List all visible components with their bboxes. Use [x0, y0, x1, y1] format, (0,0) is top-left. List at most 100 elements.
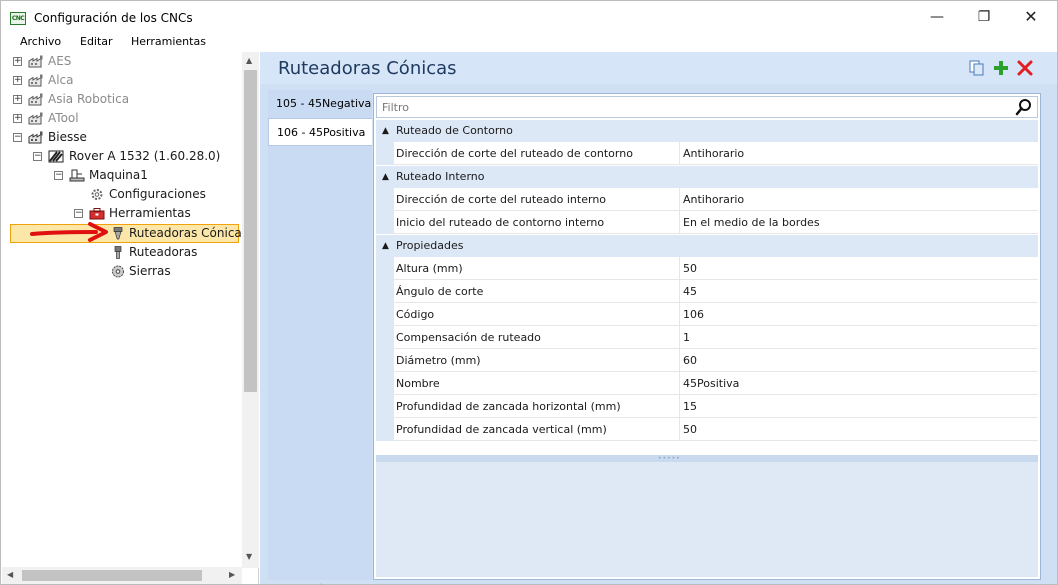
property-row[interactable]: Compensación de ruteado 1 — [376, 326, 1038, 349]
collapse-arrow-icon[interactable]: ▲ — [382, 166, 389, 188]
filter-box[interactable]: Filtro — [376, 96, 1038, 118]
collapse-arrow-icon[interactable]: ▲ — [382, 235, 389, 257]
menu-archivo[interactable]: Archivo — [20, 35, 61, 48]
tree-node-asia-robotica[interactable]: + Asia Robotica — [2, 90, 242, 109]
menu-herramientas[interactable]: Herramientas — [131, 35, 206, 48]
property-value[interactable]: 50 — [679, 257, 1036, 280]
search-icon[interactable] — [1015, 98, 1033, 116]
property-row[interactable]: Dirección de corte del ruteado interno A… — [376, 188, 1038, 211]
category-label: Ruteado de Contorno — [396, 124, 513, 137]
tree-node-atool[interactable]: + ATool — [2, 109, 242, 128]
scroll-thumb[interactable] — [244, 70, 257, 392]
machine-icon — [69, 169, 85, 182]
collapse-icon[interactable]: − — [13, 133, 22, 142]
expand-icon[interactable]: + — [13, 95, 22, 104]
close-button[interactable]: ✕ — [1008, 1, 1054, 33]
category-propiedades[interactable]: ▲ Propiedades — [376, 235, 1038, 257]
tree-node-aes[interactable]: + AES — [2, 52, 242, 71]
property-value[interactable]: 45Positiva — [679, 372, 1036, 395]
maximize-button[interactable]: ❐ — [961, 1, 1007, 33]
tree-node-configuraciones[interactable]: Configuraciones — [2, 185, 242, 204]
property-name: Ángulo de corte — [396, 285, 484, 298]
tree-node-label: Biesse — [48, 130, 87, 144]
row-gutter — [376, 280, 394, 303]
page-title: Ruteadoras Cónicas — [278, 58, 457, 79]
tree-node-biesse[interactable]: − Biesse — [2, 128, 242, 147]
tree-node-alca[interactable]: + Alca — [2, 71, 242, 90]
filter-input[interactable]: Filtro — [382, 101, 409, 114]
tab-105-45negativa[interactable]: 105 - 45Negativa — [268, 90, 372, 118]
property-name: Compensación de ruteado — [396, 331, 541, 344]
collapse-arrow-icon[interactable]: ▲ — [382, 120, 389, 142]
window-title: Configuración de los CNCs — [34, 11, 193, 25]
property-row[interactable]: Código 106 — [376, 303, 1038, 326]
tree-node-label: Ruteadoras — [129, 245, 198, 259]
tabs-scroll-arrows[interactable]: ▲▼ — [318, 580, 324, 585]
scroll-left-arrow-icon[interactable]: ◀ — [7, 570, 13, 579]
factory-icon — [28, 112, 43, 125]
property-row[interactable]: Nombre 45Positiva — [376, 372, 1038, 395]
tree-node-label: Ruteadoras Cónicas — [129, 226, 249, 240]
property-value[interactable]: 1 — [679, 326, 1036, 349]
property-name: Altura (mm) — [396, 262, 463, 275]
property-row[interactable]: Diámetro (mm) 60 — [376, 349, 1038, 372]
property-value[interactable]: 15 — [679, 395, 1036, 418]
tab-106-45positiva[interactable]: 106 - 45Positiva — [268, 118, 372, 146]
property-value[interactable]: 60 — [679, 349, 1036, 372]
row-gutter — [376, 211, 394, 234]
app-logo-icon: CNC — [10, 12, 26, 25]
scroll-thumb[interactable] — [22, 570, 202, 581]
property-row[interactable]: Altura (mm) 50 — [376, 257, 1038, 280]
property-value[interactable]: 50 — [679, 418, 1036, 441]
tree-node-label: Rover A 1532 (1.60.28.0) — [69, 149, 221, 163]
expand-icon[interactable]: + — [13, 57, 22, 66]
row-gutter — [376, 257, 394, 280]
property-row[interactable]: Dirección de corte del ruteado de contor… — [376, 142, 1038, 165]
property-value[interactable]: 106 — [679, 303, 1036, 326]
factory-icon — [28, 74, 43, 87]
row-gutter — [376, 326, 394, 349]
row-gutter — [376, 303, 394, 326]
tree-node-sierras[interactable]: Sierras — [2, 262, 242, 281]
minimize-button[interactable]: — — [914, 1, 960, 33]
collapse-icon[interactable]: − — [33, 152, 42, 161]
category-ruteado-de-contorno[interactable]: ▲ Ruteado de Contorno — [376, 120, 1038, 142]
tree-node-maquina1[interactable]: − Maquina1 — [2, 166, 242, 185]
menu-editar[interactable]: Editar — [80, 35, 113, 48]
row-gutter — [376, 418, 394, 441]
collapse-icon[interactable]: − — [74, 209, 83, 218]
property-name: Dirección de corte del ruteado de contor… — [396, 147, 633, 160]
scroll-right-arrow-icon[interactable]: ▶ — [229, 570, 235, 579]
tree-node-ruteadoras[interactable]: Ruteadoras — [2, 243, 242, 262]
description-splitter[interactable]: ••••• — [376, 455, 1038, 462]
splitter-grip-icon[interactable]: ••••• — [658, 455, 681, 462]
category-label: Ruteado Interno — [396, 170, 485, 183]
tree-node-ruteadoras-conicas[interactable]: Ruteadoras Cónicas — [2, 222, 248, 243]
tree-node-rover[interactable]: − Rover A 1532 (1.60.28.0) — [2, 147, 242, 166]
expand-icon[interactable]: + — [13, 76, 22, 85]
property-row[interactable]: Ángulo de corte 45 — [376, 280, 1038, 303]
expand-icon[interactable]: + — [13, 114, 22, 123]
tree-horizontal-scrollbar[interactable]: ◀ ▶ — [2, 567, 242, 584]
tree-node-label: Sierras — [129, 264, 171, 278]
collapse-icon[interactable]: − — [54, 171, 63, 180]
router-bit-icon — [114, 246, 122, 259]
copy-icon[interactable] — [968, 59, 986, 77]
tree-node-label: Asia Robotica — [48, 92, 130, 106]
property-row[interactable]: Profundidad de zancada horizontal (mm) 1… — [376, 395, 1038, 418]
property-value[interactable]: Antihorario — [679, 142, 1036, 165]
property-value[interactable]: Antihorario — [679, 188, 1036, 211]
tree-node-label: ATool — [48, 111, 79, 125]
property-name: Diámetro (mm) — [396, 354, 481, 367]
scroll-up-arrow-icon[interactable]: ▲ — [246, 56, 252, 65]
add-icon[interactable] — [992, 59, 1010, 77]
delete-icon[interactable] — [1016, 59, 1034, 77]
tree-vertical-scrollbar[interactable]: ▲ ▼ — [242, 52, 259, 568]
property-value[interactable]: En el medio de la bordes — [679, 211, 1036, 234]
property-value[interactable]: 45 — [679, 280, 1036, 303]
saw-blade-icon — [112, 265, 124, 278]
property-row[interactable]: Profundidad de zancada vertical (mm) 50 — [376, 418, 1038, 441]
scroll-down-arrow-icon[interactable]: ▼ — [246, 552, 252, 561]
category-ruteado-interno[interactable]: ▲ Ruteado Interno — [376, 166, 1038, 188]
property-row[interactable]: Inicio del ruteado de contorno interno E… — [376, 211, 1038, 234]
